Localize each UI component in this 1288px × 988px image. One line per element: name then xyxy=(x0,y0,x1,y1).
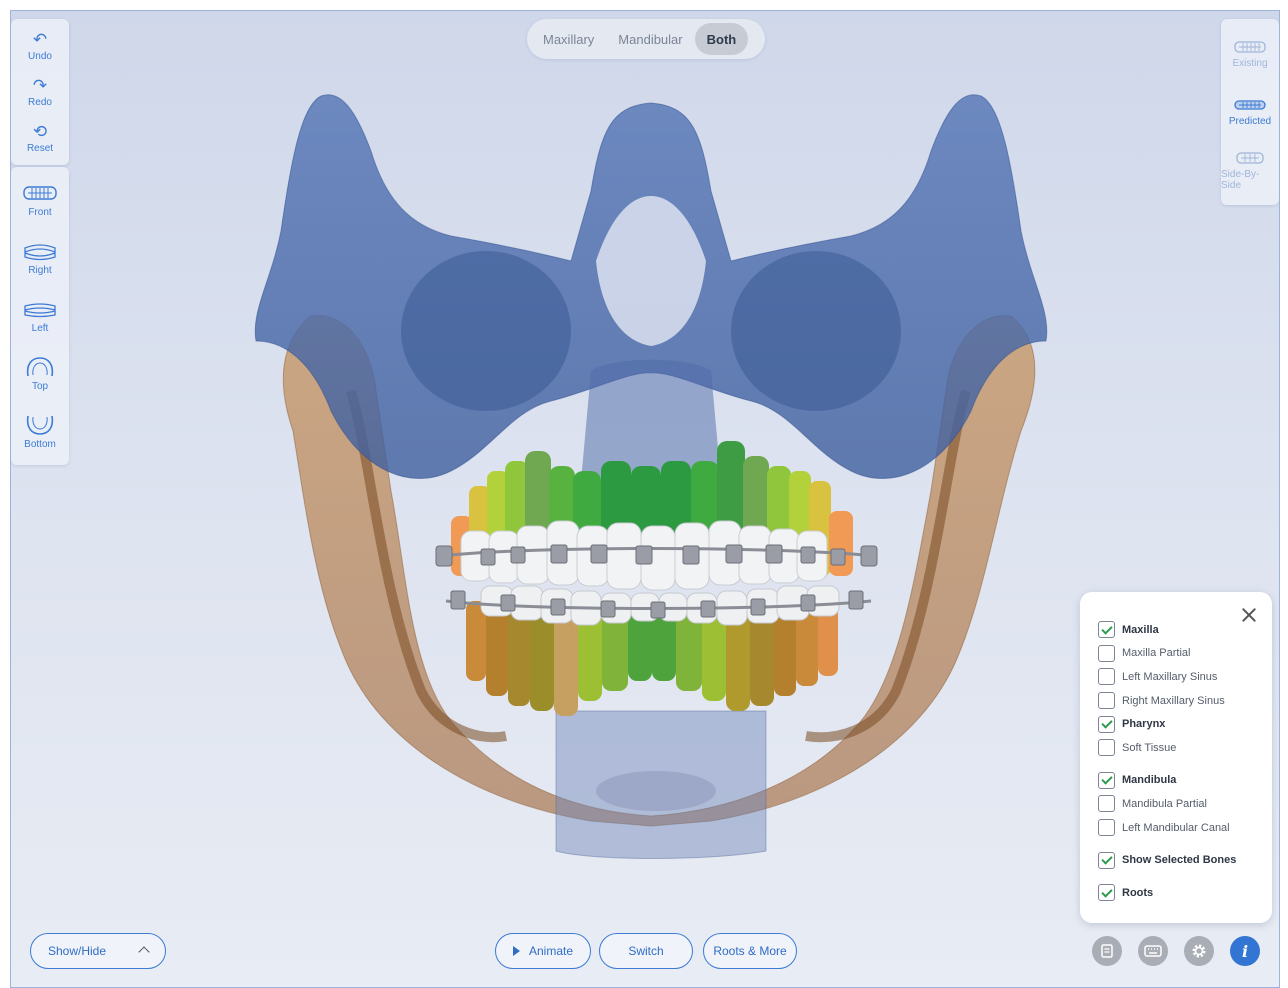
layer-label: Mandibula xyxy=(1122,774,1177,787)
layer-maxilla-partial[interactable]: Maxilla Partial xyxy=(1098,642,1272,666)
layer-label: Show Selected Bones xyxy=(1122,854,1237,867)
side-by-side-label: Side-By-Side xyxy=(1221,168,1260,191)
teeth-front-icon xyxy=(23,186,57,200)
view-group: Front Right Left Top Bottom xyxy=(11,167,69,465)
layer-show-selected-bones[interactable]: Show Selected Bones xyxy=(1098,848,1272,872)
view-front-label: Front xyxy=(28,207,52,218)
jaw-option-mandibular[interactable]: Mandibular xyxy=(606,23,694,55)
teeth-predicted-icon xyxy=(1234,100,1266,110)
roots-more-button[interactable]: Roots & More xyxy=(703,933,797,969)
reset-label: Reset xyxy=(26,142,54,154)
reset-icon: ⟲ xyxy=(32,121,48,141)
switch-label: Switch xyxy=(628,944,664,958)
layer-left-maxillary-sinus[interactable]: Left Maxillary Sinus xyxy=(1098,665,1272,689)
keyboard-button[interactable] xyxy=(1138,936,1168,966)
teeth-top-icon xyxy=(26,357,54,377)
animate-label: Animate xyxy=(528,944,574,958)
reset-button[interactable]: ⟲ Reset xyxy=(11,115,69,161)
layer-label: Left Mandibular Canal xyxy=(1122,821,1230,834)
right-toolbar: Existing Predicted Side-By-Side xyxy=(1221,19,1279,205)
layer-right-maxillary-sinus[interactable]: Right Maxillary Sinus xyxy=(1098,689,1272,713)
info-icon: i xyxy=(1241,941,1249,961)
checkbox-right-maxillary-sinus[interactable] xyxy=(1098,692,1115,710)
layer-mandibula[interactable]: Mandibula xyxy=(1098,769,1272,793)
checkbox-left-mandibular-canal[interactable] xyxy=(1098,819,1115,837)
gear-icon xyxy=(1192,944,1206,958)
layer-label: Maxilla Partial xyxy=(1122,647,1191,660)
checkbox-mandibula-partial[interactable] xyxy=(1098,795,1115,813)
predicted-label: Predicted xyxy=(1228,116,1272,127)
teeth-bottom-icon xyxy=(26,415,54,435)
redo-icon: ↷ xyxy=(32,75,48,95)
layer-left-mandibular-canal[interactable]: Left Mandibular Canal xyxy=(1098,816,1272,840)
layer-soft-tissue[interactable]: Soft Tissue xyxy=(1098,736,1272,760)
view-top-label: Top xyxy=(31,381,49,392)
show-hide-label: Show/Hide xyxy=(48,944,107,958)
jaw-selector: Maxillary Mandibular Both xyxy=(527,19,765,59)
play-icon xyxy=(512,946,520,956)
view-left-label: Left xyxy=(31,323,49,334)
teeth-existing-icon xyxy=(1234,41,1266,53)
switch-button[interactable]: Switch xyxy=(599,933,693,969)
teeth-side-by-side-icon xyxy=(1236,151,1264,164)
checkbox-soft-tissue[interactable] xyxy=(1098,739,1115,757)
info-button[interactable]: i xyxy=(1230,936,1260,966)
view-front-button[interactable]: Front xyxy=(11,171,69,229)
checkbox-maxilla-partial[interactable] xyxy=(1098,644,1115,662)
teeth-left-icon xyxy=(24,303,56,318)
view-left-button[interactable]: Left xyxy=(11,287,69,345)
show-hide-button[interactable]: Show/Hide xyxy=(30,933,166,969)
left-toolbar: ↶ Undo ↷ Redo ⟲ Reset Front Right Left T… xyxy=(11,19,69,467)
existing-button[interactable]: Existing xyxy=(1221,25,1279,83)
roots-more-label: Roots & More xyxy=(713,944,787,958)
checkbox-mandibula[interactable] xyxy=(1098,771,1115,789)
close-icon[interactable] xyxy=(1240,606,1258,624)
layer-label: Pharynx xyxy=(1122,718,1166,731)
layer-mandibula-partial[interactable]: Mandibula Partial xyxy=(1098,792,1272,816)
animate-button[interactable]: Animate xyxy=(495,933,591,969)
existing-label: Existing xyxy=(1232,58,1268,69)
view-right-label: Right xyxy=(28,265,52,276)
side-by-side-button[interactable]: Side-By-Side xyxy=(1221,141,1279,199)
predicted-button[interactable]: Predicted xyxy=(1221,83,1279,141)
layer-label: Left Maxillary Sinus xyxy=(1122,670,1218,683)
undo-label: Undo xyxy=(28,50,52,62)
notes-button[interactable] xyxy=(1092,936,1122,966)
3d-viewport[interactable]: ↶ Undo ↷ Redo ⟲ Reset Front Right Left T… xyxy=(10,10,1280,988)
layer-label: Roots xyxy=(1122,886,1154,899)
undo-button[interactable]: ↶ Undo xyxy=(11,23,69,69)
checkbox-show-selected-bones[interactable] xyxy=(1098,851,1115,869)
notes-icon xyxy=(1101,944,1113,958)
view-top-button[interactable]: Top xyxy=(11,345,69,403)
layer-label: Soft Tissue xyxy=(1122,741,1177,754)
redo-label: Redo xyxy=(28,96,52,108)
teeth-right-icon xyxy=(24,244,56,261)
layer-label: Mandibula Partial xyxy=(1122,797,1207,810)
layer-label: Right Maxillary Sinus xyxy=(1122,694,1225,707)
redo-button[interactable]: ↷ Redo xyxy=(11,69,69,115)
layer-pharynx[interactable]: Pharynx xyxy=(1098,712,1272,736)
settings-button[interactable] xyxy=(1184,936,1214,966)
layer-roots[interactable]: Roots xyxy=(1098,881,1272,905)
jaw-option-both[interactable]: Both xyxy=(694,23,749,55)
checkbox-left-maxillary-sinus[interactable] xyxy=(1098,668,1115,686)
view-bottom-button[interactable]: Bottom xyxy=(11,403,69,461)
checkbox-roots[interactable] xyxy=(1098,884,1115,902)
layer-label: Maxilla xyxy=(1122,623,1159,636)
chevron-up-icon xyxy=(138,946,150,958)
checkbox-pharynx[interactable] xyxy=(1098,715,1115,733)
view-bottom-label: Bottom xyxy=(24,439,56,450)
jaw-option-maxillary[interactable]: Maxillary xyxy=(531,23,606,55)
checkbox-maxilla[interactable] xyxy=(1098,621,1115,639)
keyboard-icon xyxy=(1144,945,1162,957)
layers-panel: Maxilla Maxilla Partial Left Maxillary S… xyxy=(1080,592,1272,923)
view-right-button[interactable]: Right xyxy=(11,229,69,287)
undo-icon: ↶ xyxy=(32,29,48,49)
history-group: ↶ Undo ↷ Redo ⟲ Reset xyxy=(11,19,69,165)
